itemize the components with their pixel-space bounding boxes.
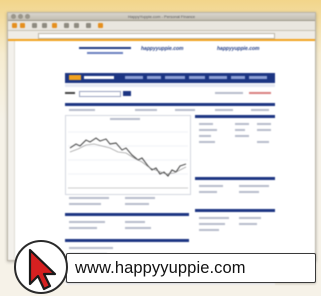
- data-cell: [239, 185, 269, 187]
- symbol-change: [249, 92, 271, 94]
- comparison-line: [69, 143, 187, 175]
- data-cell: [239, 191, 259, 193]
- top-banner-ad[interactable]: [75, 44, 135, 60]
- data-cell: [239, 217, 261, 219]
- right-section-header: [195, 115, 275, 118]
- browser-toolbar: [8, 21, 315, 31]
- data-cell: [239, 223, 257, 225]
- page-viewport: happyyuppie.com happyyuppie.com: [15, 41, 315, 285]
- window-title: HappyYuppie.com - Personal Finance: [128, 14, 196, 19]
- symbol-input[interactable]: [79, 91, 121, 97]
- data-cell: [257, 129, 271, 131]
- data-cell: [235, 123, 249, 125]
- data-cell: [199, 123, 213, 125]
- print-icon[interactable]: [98, 23, 103, 28]
- price-chart: [68, 131, 188, 189]
- quote-cell: [175, 109, 195, 111]
- data-cell: [235, 129, 245, 131]
- nav-link[interactable]: [147, 76, 161, 79]
- right-section-header: [195, 209, 275, 212]
- search-icon[interactable]: [64, 23, 69, 28]
- data-cell: [69, 227, 97, 229]
- data-cell: [199, 223, 225, 225]
- data-cell: [125, 197, 155, 199]
- data-cell: [69, 203, 101, 205]
- close-window-icon[interactable]: [11, 14, 16, 19]
- data-cell: [125, 203, 149, 205]
- right-column: [195, 115, 275, 245]
- chart-gridlines: [68, 131, 188, 175]
- mouse-pointer-icon: [28, 248, 57, 291]
- quote-cell: [135, 109, 157, 111]
- data-cell: [199, 129, 217, 131]
- data-cell: [199, 135, 211, 137]
- data-cell: [69, 221, 105, 223]
- section-header: [65, 213, 189, 216]
- quote-cell: [69, 109, 95, 111]
- nav-link[interactable]: [165, 76, 185, 79]
- data-cell: [199, 217, 229, 219]
- price-line: [69, 137, 187, 177]
- data-cell: [125, 227, 151, 229]
- nav-link[interactable]: [231, 76, 245, 79]
- data-cell: [199, 141, 215, 143]
- data-cell: [235, 135, 249, 137]
- favorites-icon[interactable]: [74, 23, 79, 28]
- data-cell: [69, 197, 109, 199]
- price-chart-panel: [65, 115, 191, 195]
- home-icon[interactable]: [52, 23, 57, 28]
- url-caption[interactable]: www.happyyuppie.com: [66, 253, 316, 283]
- refresh-icon[interactable]: [42, 23, 47, 28]
- symbol-label: [65, 90, 75, 96]
- site-logo-secondary[interactable]: happyyuppie.com: [217, 46, 260, 52]
- stop-icon[interactable]: [32, 23, 37, 28]
- nav-link[interactable]: [209, 76, 227, 79]
- forward-icon[interactable]: [20, 23, 25, 28]
- history-icon[interactable]: [86, 23, 91, 28]
- data-cell: [69, 247, 113, 249]
- minimize-window-icon[interactable]: [18, 14, 23, 19]
- site-logo[interactable]: happyyuppie.com: [141, 46, 184, 52]
- nav-links: [125, 76, 270, 79]
- zoom-window-icon[interactable]: [25, 14, 30, 19]
- quote-header-bar: [65, 103, 275, 106]
- window-titlebar: HappyYuppie.com - Personal Finance: [8, 13, 315, 21]
- nav-link[interactable]: [249, 76, 267, 79]
- symbol-lookup: [65, 90, 275, 97]
- right-section-header: [195, 177, 275, 180]
- section-header: [65, 239, 189, 242]
- website-url: www.happyyuppie.com: [75, 259, 246, 277]
- address-bar: [8, 31, 315, 41]
- nav-link[interactable]: [189, 76, 205, 79]
- symbol-info: [215, 92, 243, 94]
- sub-navigation: [65, 84, 275, 87]
- data-cell: [199, 191, 217, 193]
- browser-side-rail: [8, 41, 15, 260]
- nav-link[interactable]: [125, 76, 143, 79]
- nav-brand[interactable]: [69, 74, 115, 82]
- back-icon[interactable]: [12, 23, 17, 28]
- quote-cell: [251, 109, 269, 111]
- url-field[interactable]: [38, 33, 275, 39]
- chart-title: [110, 118, 140, 120]
- data-cell: [199, 185, 223, 187]
- data-cell: [257, 141, 269, 143]
- data-cell: [125, 221, 145, 223]
- data-cell: [199, 229, 219, 231]
- browser-window: HappyYuppie.com - Personal Finance happy…: [7, 12, 316, 285]
- quote-cell: [215, 109, 233, 111]
- symbol-go-button[interactable]: [123, 91, 131, 96]
- site-navbar: [65, 73, 275, 83]
- data-cell: [257, 123, 271, 125]
